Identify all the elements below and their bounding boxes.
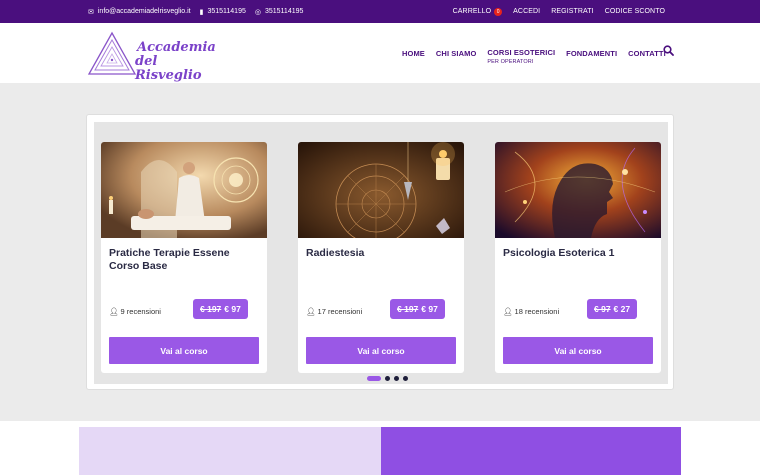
account-links: CARRELLO 0 ACCEDI REGISTRATI CODICE SCONT… xyxy=(442,0,665,23)
bottom-section xyxy=(0,421,760,475)
course-image-esoteric-psychology xyxy=(495,142,661,238)
main-nav: HOME CHI SIAMO CORSI ESOTERICI PER OPERA… xyxy=(402,23,677,83)
nav-fundamentals[interactable]: FONDAMENTI xyxy=(566,49,617,58)
course-reviews: 👤︎ 9 recensioni xyxy=(109,307,161,316)
carousel-dot-1[interactable] xyxy=(367,376,381,381)
nav-courses-label: CORSI ESOTERICI xyxy=(487,47,556,57)
logo-wordmark: Accademia del Risveglio xyxy=(135,40,217,83)
course-reviews: 👤︎ 17 recensioni xyxy=(306,307,362,316)
nav-contacts[interactable]: CONTATTI xyxy=(628,49,666,58)
nav-about[interactable]: CHI SIAMO xyxy=(436,49,476,58)
cart-count-badge: 0 xyxy=(494,7,503,16)
logo-line-2: del Risveglio xyxy=(135,54,202,83)
old-price: € 97 xyxy=(594,304,611,314)
course-image-essene-therapy xyxy=(101,142,267,238)
nav-courses-sublabel: PER OPERATORI xyxy=(487,58,534,65)
user-icon: 👤︎ xyxy=(306,307,316,316)
cart-link[interactable]: CARRELLO 0 xyxy=(452,7,503,16)
old-price: € 197 xyxy=(200,304,222,314)
carousel-pagination xyxy=(367,376,412,381)
price-badge: € 197 € 97 xyxy=(193,299,248,319)
phone-icon: ▮ xyxy=(199,8,204,16)
carousel-dot-3[interactable] xyxy=(394,376,399,381)
search-icon[interactable] xyxy=(663,45,674,56)
course-card: Psicologia Esoterica 1 👤︎ 18 recensioni … xyxy=(495,142,661,373)
login-link[interactable]: ACCEDI xyxy=(513,8,540,15)
register-link[interactable]: REGISTRATI xyxy=(551,8,593,15)
reviews-count: 18 recensioni xyxy=(514,307,560,316)
carousel-dot-2[interactable] xyxy=(385,376,390,381)
email-text: info@accademiadelrisveglio.it xyxy=(97,8,191,15)
current-price: € 27 xyxy=(613,304,631,314)
course-title[interactable]: Psicologia Esoterica 1 xyxy=(503,247,653,260)
site-header: Accademia del Risveglio HOME CHI SIAMO C… xyxy=(0,23,760,83)
contact-info: ✉ info@accademiadelrisveglio.it ▮ 351511… xyxy=(88,0,312,23)
reviews-count: 9 recensioni xyxy=(120,307,161,316)
top-bar: ✉ info@accademiadelrisveglio.it ▮ 351511… xyxy=(0,0,760,23)
triangle-logo-icon xyxy=(87,31,137,75)
price-badge: € 97 € 27 xyxy=(587,299,638,319)
go-to-course-button[interactable]: Vai al corso xyxy=(109,337,259,364)
bottom-panel-purple xyxy=(381,427,681,475)
nav-courses[interactable]: CORSI ESOTERICI PER OPERATORI xyxy=(487,48,555,65)
old-price: € 197 xyxy=(397,304,419,314)
course-image-radiesthesia xyxy=(298,142,464,238)
cart-label: CARRELLO xyxy=(452,7,492,15)
course-title[interactable]: Pratiche Terapie Essene Corso Base xyxy=(109,247,259,273)
course-card: Pratiche Terapie Essene Corso Base 👤︎ 9 … xyxy=(101,142,267,373)
go-to-course-button[interactable]: Vai al corso xyxy=(503,337,653,364)
discount-code-link[interactable]: CODICE SCONTO xyxy=(605,8,665,15)
user-icon: 👤︎ xyxy=(109,307,119,316)
course-card: Radiestesia 👤︎ 17 recensioni € 197 € 97 … xyxy=(298,142,464,373)
go-to-course-button[interactable]: Vai al corso xyxy=(306,337,456,364)
bottom-panel-light xyxy=(79,427,381,475)
email-link[interactable]: ✉ info@accademiadelrisveglio.it xyxy=(88,8,191,16)
carousel-dot-4[interactable] xyxy=(403,376,408,381)
site-logo[interactable]: Accademia del Risveglio xyxy=(87,31,217,83)
nav-home[interactable]: HOME xyxy=(402,49,425,58)
course-title[interactable]: Radiestesia xyxy=(306,247,456,260)
phone-text: 3515114195 xyxy=(207,8,246,15)
current-price: € 97 xyxy=(421,304,438,314)
phone-link[interactable]: ▮ 3515114195 xyxy=(200,8,246,16)
whatsapp-icon: ◎ xyxy=(254,8,261,16)
whatsapp-text: 3515114195 xyxy=(264,8,304,15)
carousel-track: Pratiche Terapie Essene Corso Base 👤︎ 9 … xyxy=(94,122,668,384)
price-badge: € 197 € 97 xyxy=(390,299,445,319)
current-price: € 97 xyxy=(224,304,241,314)
reviews-count: 17 recensioni xyxy=(317,307,363,316)
whatsapp-link[interactable]: ◎ 3515114195 xyxy=(255,8,304,16)
user-icon: 👤︎ xyxy=(503,307,513,316)
course-reviews: 👤︎ 18 recensioni xyxy=(503,307,559,316)
logo-line-1: Accademia xyxy=(137,40,216,55)
course-carousel: Pratiche Terapie Essene Corso Base 👤︎ 9 … xyxy=(86,114,674,390)
mail-icon: ✉ xyxy=(88,8,94,16)
